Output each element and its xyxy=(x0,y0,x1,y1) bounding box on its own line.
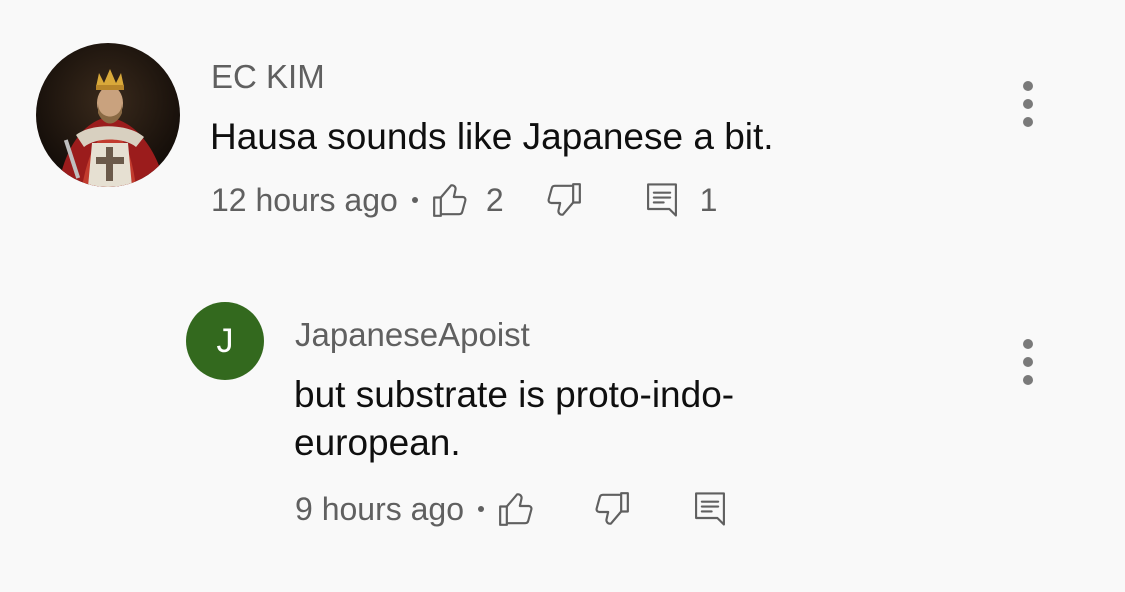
reply-item: J JapaneseApoist but substrate is proto-… xyxy=(0,290,1125,550)
more-vertical-icon xyxy=(1023,339,1033,349)
separator-dot xyxy=(478,506,485,512)
like-button[interactable] xyxy=(496,489,536,529)
separator-dot xyxy=(411,197,418,203)
comment-author[interactable]: EC KIM xyxy=(211,58,325,96)
thumbs-up-icon xyxy=(432,184,467,217)
avatar-letter: J xyxy=(216,321,234,360)
reply-button[interactable] xyxy=(692,489,728,529)
dislike-button[interactable] xyxy=(544,180,584,220)
comment-text: Hausa sounds like Japanese a bit. xyxy=(210,116,774,157)
avatar[interactable] xyxy=(36,43,180,187)
reply-author[interactable]: JapaneseApoist xyxy=(295,316,530,354)
reply-timestamp: 9 hours ago xyxy=(295,490,465,527)
reply-button[interactable] xyxy=(644,180,680,220)
like-button[interactable] xyxy=(430,180,470,220)
comment-item: EC KIM Hausa sounds like Japanese a bit.… xyxy=(0,0,1125,250)
like-count: 2 xyxy=(485,181,504,218)
more-vertical-icon-dot xyxy=(1023,357,1033,367)
reply-text: but substrate is proto-indo- european. xyxy=(294,371,734,467)
reply-actions: 9 hours ago xyxy=(295,487,728,531)
reply-count: 1 xyxy=(699,181,718,218)
comment-actions: 12 hours ago 2 1 xyxy=(211,178,717,222)
reply-text-line: european. xyxy=(294,422,461,463)
reply-comment-icon xyxy=(646,183,677,217)
thumbs-up-icon xyxy=(499,493,533,526)
knight-portrait-icon xyxy=(36,43,180,187)
dislike-button[interactable] xyxy=(592,489,632,529)
comments-screen: EC KIM Hausa sounds like Japanese a bit.… xyxy=(0,0,1125,592)
more-options-button[interactable] xyxy=(1018,336,1038,396)
reply-comment-icon xyxy=(695,492,725,526)
reply-text-line: but substrate is proto-indo- xyxy=(294,374,735,415)
avatar[interactable]: J xyxy=(186,302,264,380)
more-vertical-icon xyxy=(1023,81,1033,91)
thumbs-down-icon xyxy=(595,492,629,525)
more-vertical-icon-dot xyxy=(1023,99,1033,109)
more-vertical-icon-dot xyxy=(1023,117,1033,127)
comment-timestamp: 12 hours ago xyxy=(211,181,398,218)
thumbs-down-icon xyxy=(547,183,581,216)
more-vertical-icon-dot xyxy=(1023,375,1033,385)
more-options-button[interactable] xyxy=(1018,78,1038,138)
